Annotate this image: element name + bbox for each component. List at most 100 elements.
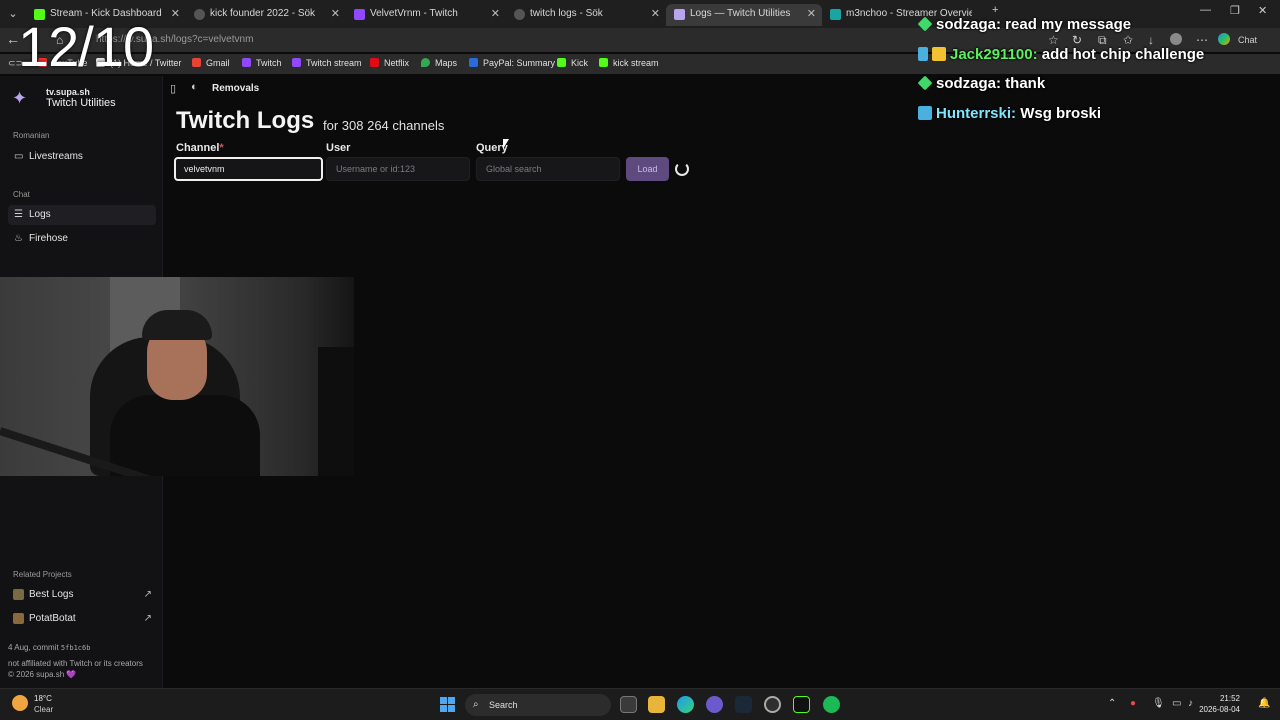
sidebar-toggle-icon[interactable]: ▯: [170, 82, 176, 95]
tab-label: kick founder 2022 - Sök: [210, 8, 316, 19]
bookmark-kick-stream[interactable]: kick stream: [599, 58, 659, 68]
tab-search-kick-founder[interactable]: kick founder 2022 - Sök ✕: [186, 4, 346, 26]
query-input[interactable]: Global search: [476, 157, 620, 181]
tab-twitch-channel[interactable]: VelvetVrnm - Twitch ✕: [346, 4, 506, 26]
potato-icon: [13, 613, 24, 624]
sub-badge-icon: [917, 16, 933, 32]
sparkle-logo-icon: ✦: [12, 88, 28, 108]
netflix-icon: [370, 58, 379, 67]
weather-moon-icon[interactable]: [12, 695, 28, 711]
bookmark-twitch-stream[interactable]: Twitch stream: [292, 58, 362, 68]
related-potatbotat[interactable]: PotatBotat ↗: [8, 610, 156, 628]
sidebar-item-logs[interactable]: ☰ Logs: [8, 205, 156, 225]
search-icon: [514, 9, 525, 20]
user-label: User: [326, 142, 351, 154]
map-pin-icon: [421, 58, 430, 67]
spotify-icon[interactable]: [823, 696, 840, 713]
sparkle-icon: [674, 9, 685, 20]
windows-start-icon[interactable]: [440, 697, 456, 713]
close-tab-icon[interactable]: ✕: [651, 4, 660, 24]
sidebar-item-livestreams[interactable]: ▭ Livestreams: [8, 147, 156, 167]
discord-icon[interactable]: [706, 696, 723, 713]
twitch-icon: [242, 58, 251, 67]
commit-text: 4 Aug, commit: [8, 643, 59, 652]
tab-label: VelvetVrnm - Twitch: [370, 8, 458, 19]
webcam-overlay: [0, 277, 354, 476]
bookmark-paypal[interactable]: PayPal: Summary: [469, 58, 555, 68]
bookmark-maps[interactable]: Maps: [421, 58, 457, 68]
task-view-icon[interactable]: [620, 696, 637, 713]
related-best-logs[interactable]: Best Logs ↗: [8, 586, 156, 604]
disclaimer: not affiliated with Twitch or its creato…: [8, 659, 143, 668]
chat-message: Hunterrski: Wsg broski: [918, 105, 1101, 122]
stream-counter-overlay: 12/10: [18, 15, 154, 78]
flame-icon: ♨: [14, 233, 23, 244]
weather-temperature[interactable]: 18°C: [34, 694, 52, 703]
section-label-related-projects: Related Projects: [13, 570, 72, 579]
close-tab-icon[interactable]: ✕: [807, 4, 816, 24]
tracker-icon: [830, 9, 841, 20]
bookmark-label: kick stream: [613, 58, 659, 68]
chat-message: Jack291100: add hot chip challenge: [918, 46, 1204, 63]
steam-icon[interactable]: [735, 696, 752, 713]
tray-app-icon[interactable]: ●: [1130, 698, 1136, 709]
brand-name: Twitch Utilities: [46, 97, 116, 109]
bookmark-label: Gmail: [206, 58, 230, 68]
microphone-icon[interactable]: 🎙: [1152, 698, 1165, 709]
obs-icon[interactable]: [764, 696, 781, 713]
related-label: PotatBotat: [29, 613, 76, 624]
gmail-icon: [192, 58, 201, 67]
badge-icon: [918, 106, 932, 120]
tab-twitch-utilities-logs[interactable]: Logs — Twitch Utilities ✕: [666, 4, 822, 26]
crown-badge-icon: [932, 47, 946, 61]
related-label: Best Logs: [29, 589, 74, 600]
kick-icon: [557, 58, 566, 67]
mouse-cursor-icon: [503, 139, 509, 149]
commit-info: 4 Aug, commit 5fb1c6b: [8, 643, 90, 652]
close-tab-icon[interactable]: ✕: [491, 4, 500, 24]
kick-app-icon[interactable]: [793, 696, 810, 713]
page-title: Twitch Logs: [176, 107, 315, 134]
bookmark-netflix[interactable]: Netflix: [370, 58, 409, 68]
tab-search-twitch-logs[interactable]: twitch logs - Sök ✕: [506, 4, 666, 26]
sub-badge-icon: [917, 75, 933, 91]
chat-username: sodzaga:: [936, 75, 1002, 92]
load-button[interactable]: Load: [626, 157, 669, 181]
search-icon: [194, 9, 205, 20]
tab-label: Logs — Twitch Utilities: [690, 8, 791, 19]
sidebar-item-firehose[interactable]: ♨ Firehose: [8, 229, 156, 249]
chat-text: Wsg broski: [1016, 105, 1102, 122]
loading-spinner-icon: [675, 162, 689, 176]
removals-link[interactable]: Removals: [212, 83, 259, 94]
notifications-icon[interactable]: 🔔: [1258, 698, 1270, 709]
taskbar-search-box[interactable]: ⌕ Search: [465, 694, 611, 716]
clock-time[interactable]: 21:52: [1220, 694, 1240, 703]
commit-hash-link[interactable]: 5fb1c6b: [61, 644, 91, 652]
weather-condition[interactable]: Clear: [34, 705, 53, 714]
user-input[interactable]: Username or id:123: [326, 157, 470, 181]
windows-taskbar: 18°C Clear ⌕ Search ⌃ ● 🎙 ▭ ♪ 21:52 2026…: [0, 688, 1280, 720]
close-tab-icon[interactable]: ✕: [331, 4, 340, 24]
external-link-icon: ↗: [143, 613, 152, 624]
best-logs-icon: [13, 589, 24, 600]
channel-input[interactable]: velvetvnm: [174, 157, 323, 181]
file-explorer-icon[interactable]: [648, 696, 665, 713]
edge-browser-icon[interactable]: [677, 696, 694, 713]
tab-label: twitch logs - Sök: [530, 8, 603, 19]
tray-overflow-icon[interactable]: ⌃: [1108, 698, 1116, 709]
volume-icon[interactable]: ♪: [1188, 698, 1193, 709]
bookmark-gmail[interactable]: Gmail: [192, 58, 230, 68]
webcam-person-cap: [142, 310, 212, 340]
brand-domain: tv.supa.sh: [46, 87, 90, 97]
bookmark-kick[interactable]: Kick: [557, 58, 588, 68]
list-icon: ☰: [14, 209, 23, 220]
channel-label: Channel*: [176, 142, 224, 154]
bookmark-twitch[interactable]: Twitch: [242, 58, 282, 68]
bookmark-label: Netflix: [384, 58, 410, 68]
theme-toggle-icon[interactable]: ◐: [191, 81, 198, 93]
external-link-icon: ↗: [143, 589, 152, 600]
network-icon[interactable]: ▭: [1172, 698, 1181, 709]
close-tab-icon[interactable]: ✕: [171, 4, 180, 24]
clock-date[interactable]: 2026-08-04: [1199, 705, 1240, 714]
chat-username: Hunterrski:: [936, 105, 1017, 122]
